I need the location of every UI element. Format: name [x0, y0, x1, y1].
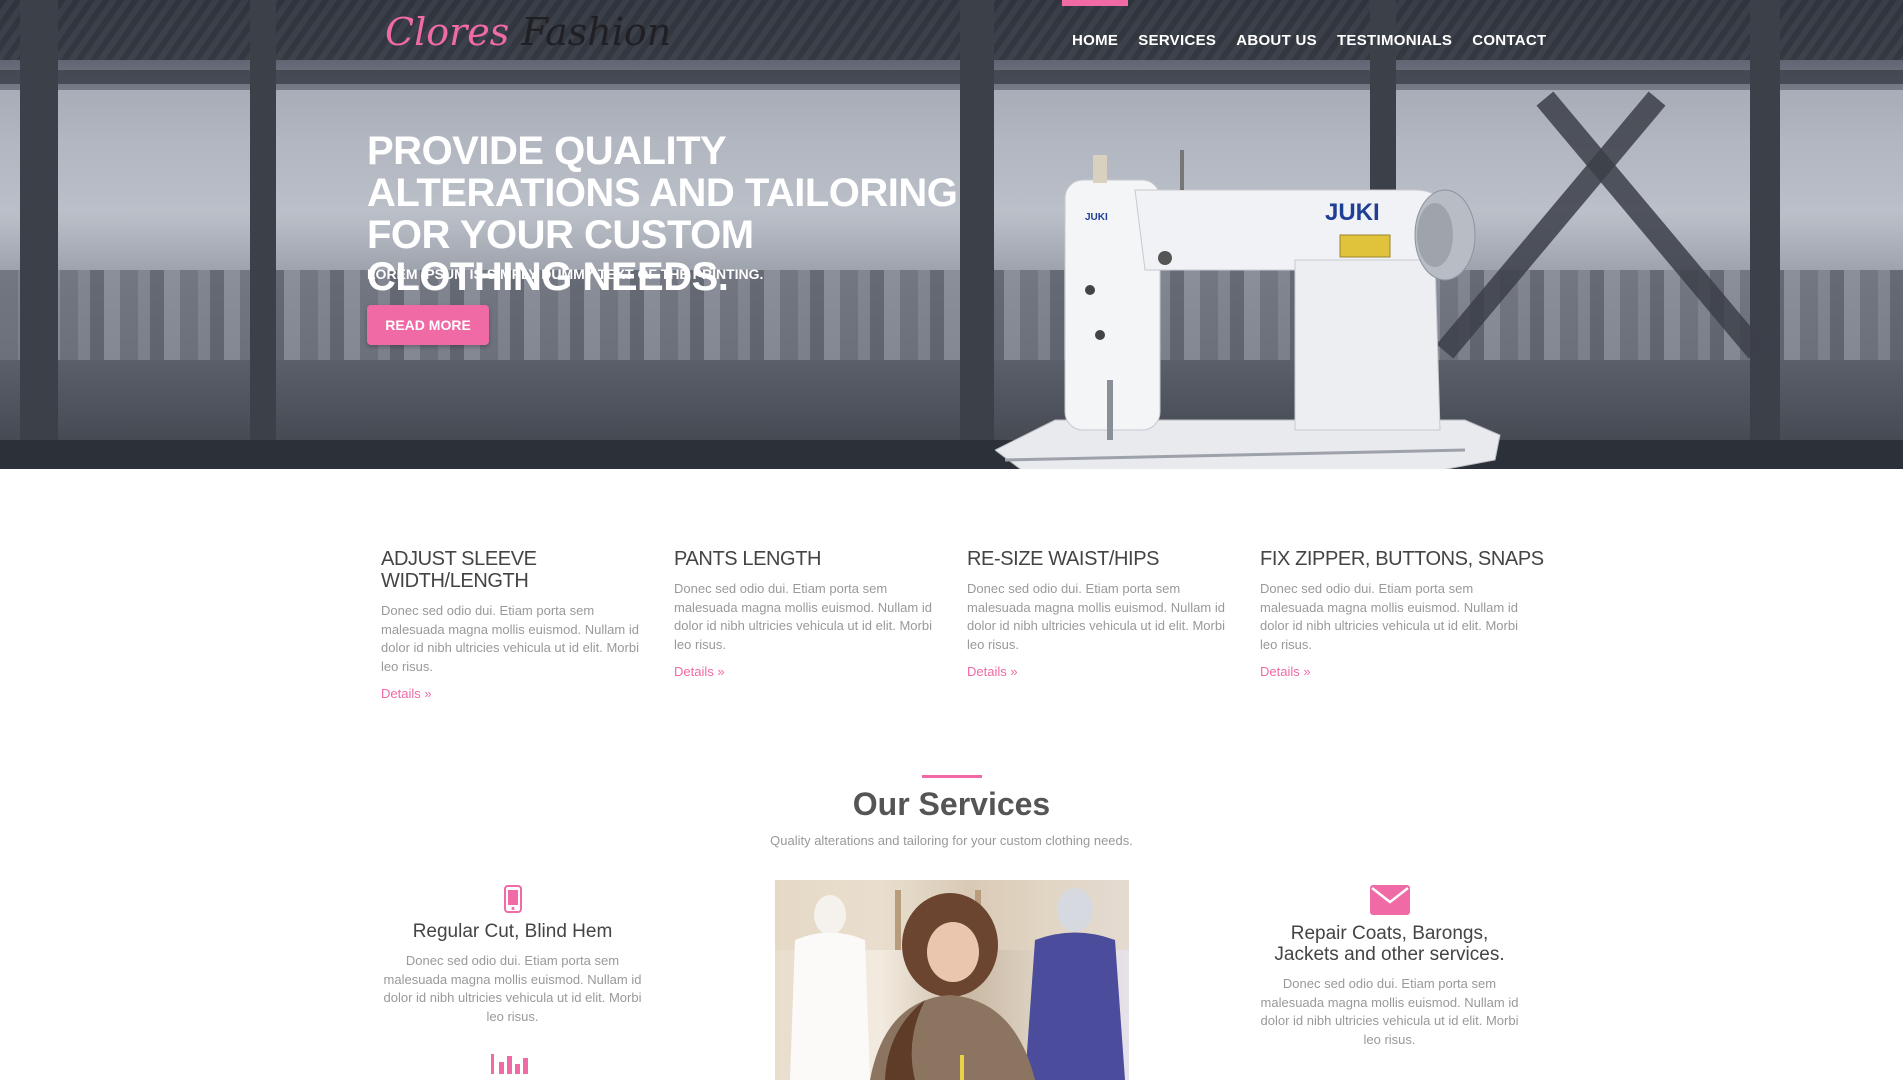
nav-contact[interactable]: CONTACT	[1462, 0, 1556, 49]
features-row: ADJUST SLEEVE WIDTH/LENGTH Donec sed odi…	[381, 548, 1553, 703]
sewing-machine-image: JUKI JUKI	[995, 150, 1501, 469]
feature-item: FIX ZIPPER, BUTTONS, SNAPS Donec sed odi…	[1260, 548, 1553, 703]
feature-title: ADJUST SLEEVE WIDTH/LENGTH	[381, 548, 537, 592]
feature-item: ADJUST SLEEVE WIDTH/LENGTH Donec sed odi…	[381, 548, 674, 703]
service-title: Regular Cut, Blind Hem	[412, 921, 613, 942]
brand-logo-part1: Clores	[385, 10, 510, 54]
feature-title: FIX ZIPPER, BUTTONS, SNAPS	[1260, 548, 1544, 570]
feature-text: Donec sed odio dui. Etiam porta sem male…	[381, 603, 639, 674]
main-nav: HOME SERVICES ABOUT US TESTIMONIALS CONT…	[1062, 0, 1557, 49]
service-text: Donec sed odio dui. Etiam porta sem male…	[1260, 976, 1519, 1047]
nav-services[interactable]: SERVICES	[1128, 0, 1226, 49]
feature-text: Donec sed odio dui. Etiam porta sem male…	[967, 581, 1225, 652]
feature-text: Donec sed odio dui. Etiam porta sem male…	[674, 581, 932, 652]
nav-home[interactable]: HOME	[1062, 0, 1129, 49]
brand-logo[interactable]: Clores Fashion	[385, 10, 671, 54]
services-title: Our Services	[852, 786, 1051, 822]
svg-text:JUKI: JUKI	[1085, 212, 1108, 223]
feature-title: PANTS LENGTH	[674, 548, 822, 570]
feature-details-link[interactable]: Details »	[381, 686, 432, 701]
bar-chart-icon	[490, 1054, 528, 1074]
nav-about-us[interactable]: ABOUT US	[1226, 0, 1327, 49]
service-text: Donec sed odio dui. Etiam porta sem male…	[383, 953, 642, 1024]
feature-details-link[interactable]: Details »	[674, 664, 725, 679]
feature-details-link[interactable]: Details »	[967, 664, 1018, 679]
feature-details-link[interactable]: Details »	[1260, 664, 1311, 679]
feature-title: RE-SIZE WAIST/HIPS	[967, 548, 1160, 570]
service-title: Repair Coats, Barongs, Jackets and other…	[1274, 923, 1505, 965]
nav-testimonials[interactable]: TESTIMONIALS	[1327, 0, 1462, 49]
hero-banner: Clores Fashion HOME SERVICES ABOUT US TE…	[0, 0, 1903, 469]
svg-text:JUKI: JUKI	[1325, 199, 1380, 226]
mobile-phone-icon	[503, 885, 522, 913]
section-divider	[922, 775, 982, 778]
feature-item: PANTS LENGTH Donec sed odio dui. Etiam p…	[674, 548, 967, 703]
hero-subtitle: LOREM IPSUM IS SIMPLY DUMMY TEXT OF THE …	[367, 266, 764, 282]
services-subtitle: Quality alterations and tailoring for yo…	[770, 833, 1133, 848]
feature-text: Donec sed odio dui. Etiam porta sem male…	[1260, 581, 1518, 652]
envelope-icon	[1369, 885, 1410, 915]
brand-logo-part2: Fashion	[521, 10, 672, 54]
service-left: Regular Cut, Blind Hem Donec sed odio du…	[380, 885, 645, 1080]
service-right: Repair Coats, Barongs, Jackets and other…	[1257, 885, 1522, 1049]
feature-item: RE-SIZE WAIST/HIPS Donec sed odio dui. E…	[967, 548, 1260, 703]
tailor-photo	[775, 880, 1129, 1080]
read-more-button[interactable]: READ MORE	[367, 305, 489, 345]
